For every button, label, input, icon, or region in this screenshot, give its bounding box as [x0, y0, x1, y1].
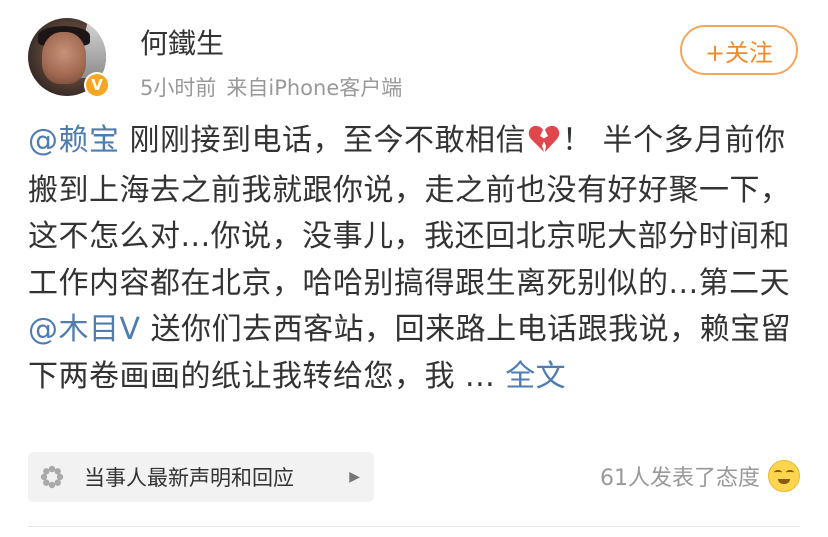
- reactions-count: 61人发表了态度: [600, 466, 760, 491]
- reactions[interactable]: 61人发表了态度: [600, 460, 800, 492]
- post-text-segment: 刚刚接到电话，至今不敢相信: [119, 123, 527, 158]
- read-more-link[interactable]: 全文: [505, 359, 566, 394]
- follow-button[interactable]: +关注: [680, 25, 798, 75]
- post-source: 来自iPhone客户端: [226, 76, 403, 100]
- verified-badge-text: V: [86, 74, 108, 96]
- broken-heart-icon: [528, 121, 560, 168]
- topic-card[interactable]: 当事人最新声明和回应 ▶: [28, 452, 374, 502]
- avatar-face: [42, 32, 86, 84]
- chevron-right-icon: ▶: [349, 469, 360, 485]
- topic-flower-icon: [40, 465, 64, 489]
- topic-label: 当事人最新声明和回应: [84, 466, 294, 490]
- post-text-segment: 送你们去西客站，回来路上电话跟我说，赖宝留下两卷画画的纸让我转给您，我 ...: [28, 312, 792, 394]
- post-time: 5小时前: [140, 76, 217, 100]
- post-text: @赖宝 刚刚接到电话，至今不敢相信！ 半个多月前你搬到上海去之前我就跟你说，走之…: [28, 118, 800, 400]
- divider: [28, 526, 800, 527]
- mention-link[interactable]: @木目V: [28, 312, 141, 347]
- verified-icon: V: [84, 72, 110, 98]
- post-meta: 5小时前 来自iPhone客户端: [140, 72, 402, 102]
- crying-face-emoji: [768, 460, 800, 492]
- mention-link[interactable]: @赖宝: [28, 123, 120, 158]
- user-name[interactable]: 何鐵生: [140, 22, 224, 62]
